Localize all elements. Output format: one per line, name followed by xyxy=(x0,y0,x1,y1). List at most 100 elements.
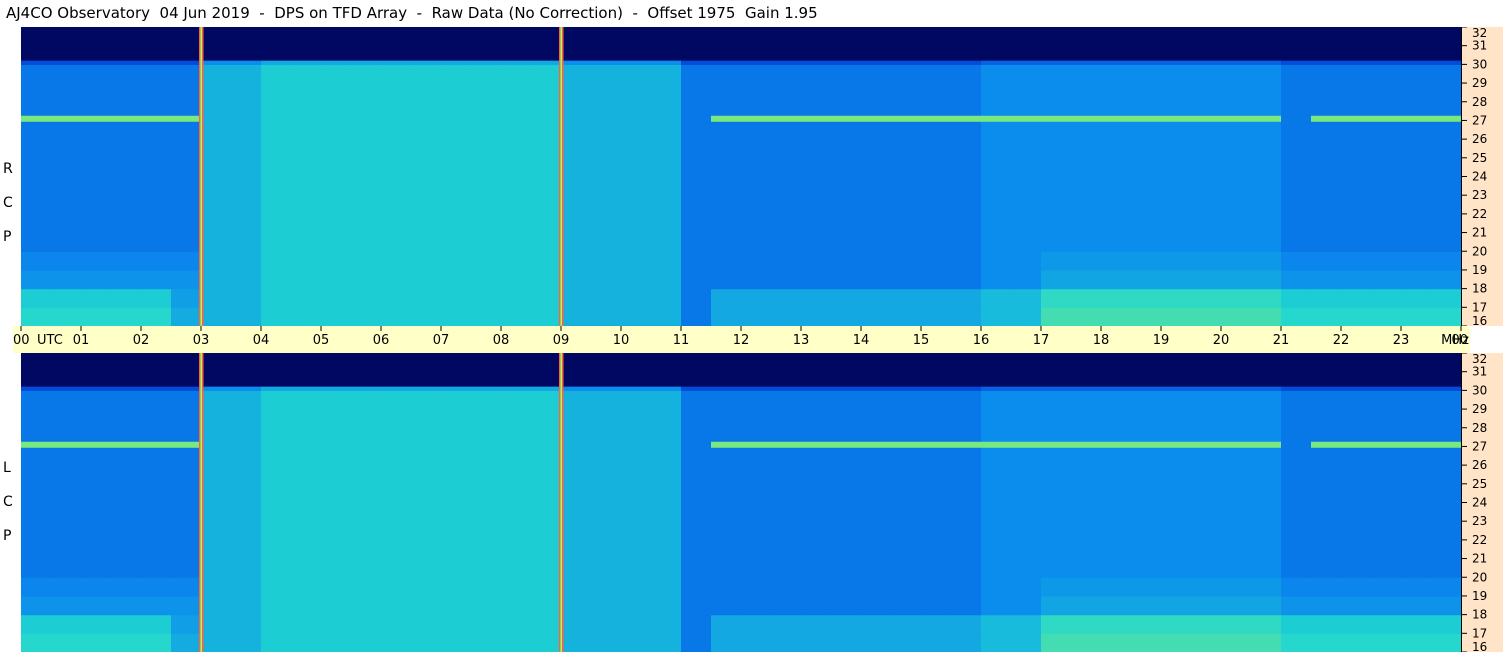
spectrogram-cell xyxy=(1101,577,1132,597)
spectrogram-cell xyxy=(291,83,322,103)
spectrogram-cell xyxy=(171,446,202,466)
spectrogram-cell xyxy=(1161,269,1192,290)
spectrogram-cell xyxy=(21,577,52,597)
spectrogram-cell xyxy=(111,213,142,234)
spectrogram-cell xyxy=(1371,251,1402,271)
spectrogram-cell xyxy=(231,213,262,234)
frequency-tick-label: 23 xyxy=(1472,188,1487,202)
spectrogram-cell xyxy=(801,64,832,84)
upper-band-dark xyxy=(21,353,1461,387)
spectrogram-cell xyxy=(1221,558,1252,578)
spectrogram-cell xyxy=(1431,633,1461,652)
spectrogram-cell xyxy=(231,465,262,485)
spectrogram-cell xyxy=(111,120,142,140)
spectrogram-cell xyxy=(621,139,652,159)
spectrogram-cell xyxy=(441,120,472,140)
spectrogram-cell xyxy=(441,157,472,178)
spectrogram-cell xyxy=(921,307,952,326)
spectrogram-cell xyxy=(141,614,172,634)
spectrogram-cell xyxy=(81,390,112,410)
spectrogram-cell xyxy=(1281,446,1312,466)
spectrogram-cell xyxy=(51,176,82,196)
spectrogram-cell xyxy=(891,446,922,466)
spectrogram-cell xyxy=(291,195,322,215)
spectrogram-cell xyxy=(1251,614,1282,634)
spectrogram-cell xyxy=(861,83,892,103)
spectrogram-cell xyxy=(501,120,532,140)
spectrogram-cell xyxy=(1161,157,1192,178)
spectrogram-cell xyxy=(801,465,832,485)
spectrogram-cell xyxy=(231,446,262,466)
spectrogram-cell xyxy=(1341,502,1372,522)
spectrogram-cell xyxy=(411,232,442,252)
spectrogram-cell xyxy=(651,502,682,522)
spectrogram-cell xyxy=(1101,139,1132,159)
spectrogram-cell xyxy=(321,558,352,578)
spectrogram-cell xyxy=(1251,409,1282,429)
spectrogram-cell xyxy=(1311,409,1342,429)
spectrogram-cell xyxy=(1221,577,1252,597)
spectrogram-cell xyxy=(531,614,562,634)
spectrogram-cell xyxy=(1371,521,1402,541)
spectrogram-cell xyxy=(711,307,742,326)
spectrogram-cell xyxy=(201,502,232,522)
spectrogram-cell xyxy=(711,558,742,578)
spectrogram-cell xyxy=(1341,232,1372,252)
spectrogram-cell xyxy=(1191,409,1222,429)
spectrogram-cell xyxy=(1371,232,1402,252)
spectrogram-cell xyxy=(381,195,412,215)
spectrogram-cell xyxy=(321,446,352,466)
frequency-tick-label: 17 xyxy=(1472,626,1487,640)
spectrogram-cell xyxy=(81,139,112,159)
spectrogram-cell xyxy=(1041,269,1072,290)
spectrogram-cell xyxy=(141,232,172,252)
spectrogram-cell xyxy=(1191,64,1222,84)
spectrogram-cell xyxy=(351,465,382,485)
spectrogram-cell xyxy=(1341,83,1372,103)
spectrogram-cell xyxy=(171,213,202,234)
spectrogram-cell xyxy=(1161,120,1192,140)
spectrogram-cell xyxy=(1431,483,1461,504)
spectrogram-cell xyxy=(261,251,292,271)
spectrogram-cell xyxy=(1101,633,1132,652)
spectrogram-cell xyxy=(741,558,772,578)
spectrogram-cell xyxy=(1401,213,1432,234)
spectrogram-cell xyxy=(1221,232,1252,252)
signal-band-27mhz xyxy=(1311,115,1461,122)
spectrogram-cell xyxy=(111,614,142,634)
spectrogram-cell xyxy=(411,483,442,504)
spectrogram-cell xyxy=(201,427,232,448)
spectrogram-cell xyxy=(1431,521,1461,541)
spectrogram-cell xyxy=(501,595,532,616)
spectrogram-cell xyxy=(891,195,922,215)
spectrogram-cell xyxy=(321,232,352,252)
spectrogram-cell xyxy=(1341,633,1372,652)
spectrogram-cell xyxy=(741,157,772,178)
spectrogram-cell xyxy=(1281,213,1312,234)
spectrogram-cell xyxy=(921,176,952,196)
spectrogram-cell xyxy=(1371,195,1402,215)
spectrogram-cell xyxy=(141,539,172,560)
spectrogram-cell xyxy=(321,614,352,634)
spectrogram-cell xyxy=(621,446,652,466)
spectrogram-cell xyxy=(501,101,532,122)
time-tick-label: 07 xyxy=(433,333,450,348)
spectrogram-cell xyxy=(141,465,172,485)
spectrogram-cell xyxy=(981,502,1012,522)
spectrogram-cell xyxy=(501,427,532,448)
spectrogram-cell xyxy=(351,521,382,541)
spectrogram-cell xyxy=(231,83,262,103)
spectrogram-cell xyxy=(441,539,472,560)
spectrogram-cell xyxy=(891,288,922,308)
spectrogram-cell xyxy=(1041,157,1072,178)
time-tick-label: 09 xyxy=(553,333,570,348)
spectrogram-cell xyxy=(441,409,472,429)
spectrogram-cell xyxy=(231,558,262,578)
spectrogram-cell xyxy=(711,633,742,652)
spectrogram-cell xyxy=(261,307,292,326)
spectrogram-cell xyxy=(1011,465,1042,485)
spectrogram-cell xyxy=(1251,251,1282,271)
spectrogram-cell xyxy=(591,251,622,271)
lcp-frequency-axis-svg: 1617 18 19 20 21 22 23 24 25 26 27 28 29 30 3132 xyxy=(1461,353,1487,652)
spectrogram-cell xyxy=(561,251,592,271)
